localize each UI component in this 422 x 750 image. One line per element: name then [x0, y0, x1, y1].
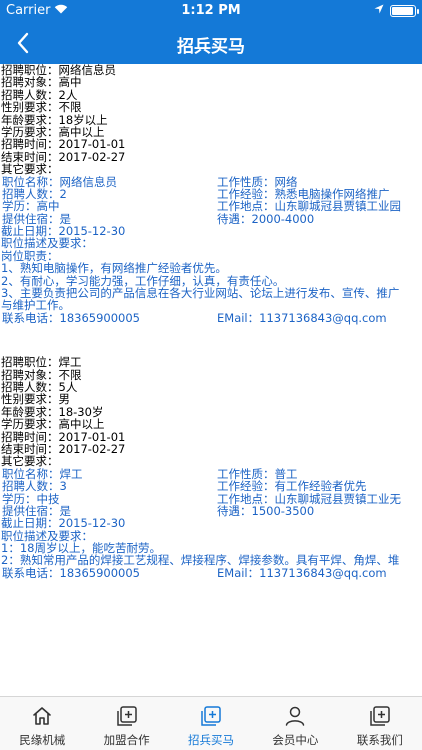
nav-bar: 招兵买马	[0, 22, 422, 64]
job-header-line: 其它要求：	[1, 454, 59, 469]
duty-line: 1、熟知电脑操作，有网络推广经验者优先。	[1, 261, 227, 276]
contact-row: 联系电话：18365900005 EMail：1137136843@qq.com	[1, 311, 422, 324]
detail-right: 待遇：2000-4000	[217, 211, 315, 226]
status-right	[374, 3, 419, 18]
job-header-line: 结束时间：2017-02-27	[1, 441, 126, 456]
plus-square-icon	[115, 704, 139, 728]
detail-right: 工作经验：有工作经验者优先	[217, 479, 367, 494]
job-detail-row: 提供住宿：是 待遇：2000-4000	[1, 211, 422, 226]
job-separator	[0, 324, 422, 356]
plus-square-icon	[199, 704, 223, 728]
tab-label: 加盟合作	[103, 733, 150, 747]
job-header-line: 学历要求：高中以上	[1, 417, 105, 432]
status-bar: Carrier 1:12 PM	[0, 0, 422, 22]
detail-left: 学历：高中	[2, 199, 60, 214]
battery-level	[392, 6, 413, 15]
job-header-line: 其它要求：	[1, 162, 59, 177]
detail-left: 提供住宿：是	[2, 503, 71, 518]
tab-label: 联系我们	[356, 733, 403, 747]
contact-phone[interactable]: 联系电话：18365900005	[2, 566, 140, 579]
job-detail-row: 招聘人数：3 工作经验：有工作经验者优先	[1, 479, 422, 494]
job-header-line: 性别要求：男	[1, 392, 70, 407]
page-title: 招兵买马	[177, 37, 245, 57]
detail-right: 待遇：1500-3500	[217, 503, 315, 518]
tab-home[interactable]: 民缘机械	[0, 697, 84, 750]
job-posting: 招聘职位：网络信息员 招聘对象：高中 招聘人数：2人 性别要求：不限 年龄要求：…	[0, 64, 422, 324]
job-detail-row: 学历：高中 工作地点：山东聊城冠县贾镇工业园	[1, 199, 422, 214]
job-posting: 招聘职位：焊工 招聘对象：不限 招聘人数：5人 性别要求：男 年龄要求：18-3…	[0, 356, 422, 579]
status-time: 1:12 PM	[181, 3, 241, 18]
duty-line: 与维护工作。	[1, 298, 70, 313]
battery-icon	[390, 4, 419, 17]
tab-bar: 民缘机械 加盟合作 招兵买马 会员中心 联系我们	[0, 696, 422, 750]
home-icon	[30, 704, 54, 728]
tab-recruit[interactable]: 招兵买马	[169, 697, 253, 750]
job-header-line: 性别要求：不限	[1, 100, 82, 115]
job-detail-row: 提供住宿：是 待遇：1500-3500	[1, 503, 422, 518]
description-label: 职位描述及要求：	[1, 236, 93, 251]
tab-label: 会员中心	[272, 733, 319, 747]
tab-contact[interactable]: 联系我们	[338, 697, 422, 750]
contact-row: 联系电话：18365900005 EMail：1137136843@qq.com	[1, 566, 422, 579]
person-icon	[283, 704, 307, 728]
location-arrow-icon	[374, 3, 384, 18]
deadline: 截止日期：2015-12-30	[1, 516, 126, 531]
job-header-line: 招聘时间：2017-01-01	[1, 137, 126, 152]
tab-member[interactable]: 会员中心	[253, 697, 337, 750]
tab-label: 招兵买马	[188, 733, 235, 747]
job-header-line: 结束时间：2017-02-27	[1, 149, 126, 164]
job-header-line: 招聘职位：焊工	[1, 355, 82, 370]
plus-square-icon	[368, 704, 392, 728]
job-header-line: 招聘对象：高中	[1, 75, 82, 90]
contact-email[interactable]: EMail：1137136843@qq.com	[217, 311, 387, 324]
contact-phone[interactable]: 联系电话：18365900005	[2, 311, 140, 324]
contact-email[interactable]: EMail：1137136843@qq.com	[217, 566, 387, 579]
detail-left: 提供住宿：是	[2, 211, 71, 226]
tab-label: 民缘机械	[19, 733, 66, 747]
detail-left: 招聘人数：3	[2, 479, 67, 494]
job-list: 招聘职位：网络信息员 招聘对象：高中 招聘人数：2人 性别要求：不限 年龄要求：…	[0, 64, 422, 696]
duty-line: 2：熟知常用产品的焊接工艺规程、焊接程序、焊接参数。具有平焊、角焊、堆	[1, 553, 400, 568]
detail-right: 工作地点：山东聊城冠县贾镇工业园	[217, 199, 401, 214]
tab-join[interactable]: 加盟合作	[84, 697, 168, 750]
